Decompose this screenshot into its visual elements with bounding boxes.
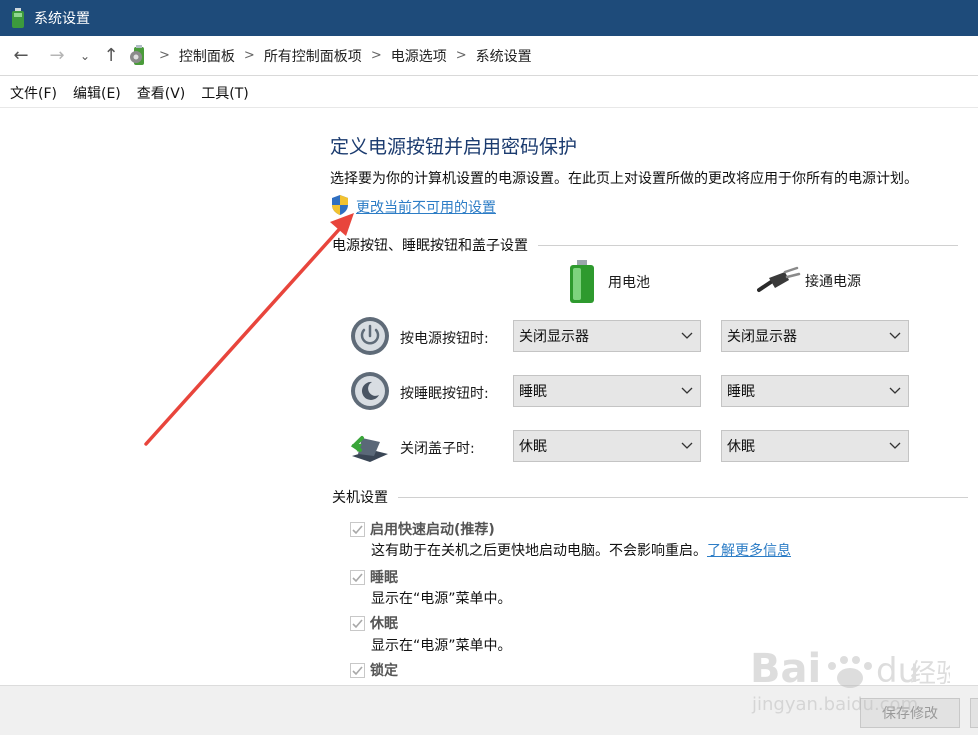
breadcrumb-power-options[interactable]: 电源选项 [391, 46, 447, 66]
sleep-checkbox[interactable] [350, 569, 365, 585]
check-icon [352, 572, 363, 582]
section-header-shutdown: 关机设置 [332, 487, 968, 507]
breadcrumb-control-panel[interactable]: 控制面板 [179, 46, 235, 66]
fast-startup-desc-text: 这有助于在关机之后更快地启动电脑。不会影响重启。 [371, 543, 707, 559]
select-value: 关闭显示器 [519, 329, 589, 345]
section-title: 关机设置 [332, 490, 388, 506]
divider [538, 244, 958, 246]
column-label-battery: 用电池 [608, 275, 650, 291]
column-label-plugged: 接通电源 [805, 274, 861, 290]
chevron-down-icon [889, 387, 901, 394]
select-value: 休眠 [727, 439, 755, 455]
select-value: 关闭显示器 [727, 329, 797, 345]
main-content: 定义电源按钮并启用密码保护 选择要为你的计算机设置的电源设置。在此页上对设置所做… [0, 108, 978, 685]
chevron-down-icon [681, 387, 693, 394]
section-title: 电源按钮、睡眠按钮和盖子设置 [332, 238, 528, 254]
fast-startup-description: 这有助于在关机之后更快地启动电脑。不会影响重启。了解更多信息 [371, 540, 791, 560]
section-header-buttons: 电源按钮、睡眠按钮和盖子设置 [332, 235, 958, 255]
hibernate-option: 休眠 [350, 613, 398, 633]
sleep-button-icon [351, 372, 389, 410]
select-value: 睡眠 [727, 384, 755, 400]
breadcrumb-all-items[interactable]: 所有控制面板项 [264, 46, 362, 66]
row-label-close-lid: 关闭盖子时: [400, 441, 475, 457]
uac-shield-icon [332, 195, 348, 215]
page-title: 定义电源按钮并启用密码保护 [330, 136, 578, 158]
menu-bar: 文件(F) 编辑(E) 查看(V) 工具(T) [0, 78, 978, 108]
fast-startup-label: 启用快速启动(推荐) [370, 522, 495, 538]
column-header-battery: 用电池 [566, 260, 650, 304]
lock-checkbox[interactable] [350, 662, 365, 678]
baidu-watermark-logo: Bai du 经验 jingyan.baidu.com [750, 646, 950, 715]
check-icon [352, 524, 363, 534]
title-bar: 系统设置 [0, 0, 978, 36]
chevron-down-icon [889, 442, 901, 449]
fast-startup-option: 启用快速启动(推荐) [350, 519, 495, 539]
menu-file[interactable]: 文件(F) [10, 83, 57, 103]
power-button-icon [351, 317, 389, 355]
paw-icon [828, 656, 872, 688]
hibernate-checkbox[interactable] [350, 615, 365, 631]
recent-chevron-icon[interactable]: ⌄ [72, 43, 98, 69]
menu-tools[interactable]: 工具(T) [201, 83, 248, 103]
sleep-description: 显示在“电源”菜单中。 [371, 591, 512, 607]
sleep-button-plugged-select[interactable]: 睡眠 [721, 375, 909, 407]
select-value: 休眠 [519, 439, 547, 455]
fast-startup-checkbox[interactable] [350, 521, 365, 537]
page-description: 选择要为你的计算机设置的电源设置。在此页上对设置所做的更改将应用于你所有的电源计… [330, 171, 918, 187]
sleep-option: 睡眠 [350, 567, 398, 587]
breadcrumb-separator: > [455, 48, 467, 63]
check-icon [352, 665, 363, 675]
select-value: 睡眠 [519, 384, 547, 400]
watermark-brand: Bai [750, 646, 821, 692]
menu-view[interactable]: 查看(V) [137, 83, 186, 103]
cancel-button[interactable] [970, 698, 978, 728]
watermark-url: jingyan.baidu.com [751, 694, 918, 715]
address-bar: ← → ⌄ ↑ > 控制面板 > 所有控制面板项 > 电源选项 > 系统设置 [0, 36, 978, 76]
breadcrumb-separator: > [159, 48, 170, 63]
divider [398, 496, 968, 498]
back-arrow-icon[interactable]: ← [8, 43, 34, 69]
breadcrumb-separator: > [243, 48, 255, 63]
row-label-power-button: 按电源按钮时: [400, 331, 489, 347]
sleep-button-battery-select[interactable]: 睡眠 [513, 375, 701, 407]
sleep-label: 睡眠 [370, 570, 398, 586]
window-title: 系统设置 [34, 11, 90, 27]
laptop-lid-icon [350, 436, 388, 462]
chevron-down-icon [681, 442, 693, 449]
lock-label: 锁定 [370, 663, 398, 679]
breadcrumb-separator: > [370, 48, 382, 63]
learn-more-link[interactable]: 了解更多信息 [707, 543, 791, 559]
menu-edit[interactable]: 编辑(E) [73, 83, 121, 103]
breadcrumb-system-settings[interactable]: 系统设置 [476, 46, 532, 66]
close-lid-battery-select[interactable]: 休眠 [513, 430, 701, 462]
power-button-battery-select[interactable]: 关闭显示器 [513, 320, 701, 352]
watermark-cn: 经验 [910, 659, 950, 689]
battery-app-icon [12, 8, 24, 28]
power-button-plugged-select[interactable]: 关闭显示器 [721, 320, 909, 352]
chevron-down-icon [889, 332, 901, 339]
forward-arrow-icon[interactable]: → [44, 43, 70, 69]
battery-icon [570, 260, 594, 303]
hibernate-label: 休眠 [370, 616, 398, 632]
close-lid-plugged-select[interactable]: 休眠 [721, 430, 909, 462]
chevron-down-icon [681, 332, 693, 339]
check-icon [352, 618, 363, 628]
up-arrow-icon[interactable]: ↑ [98, 43, 124, 69]
change-unavailable-settings-link[interactable]: 更改当前不可用的设置 [356, 197, 496, 217]
row-label-sleep-button: 按睡眠按钮时: [400, 386, 489, 402]
power-plug-icon [757, 266, 801, 292]
control-panel-icon [130, 44, 144, 65]
lock-option: 锁定 [350, 660, 398, 680]
column-header-plugged: 接通电源 [757, 266, 861, 296]
hibernate-description: 显示在“电源”菜单中。 [371, 638, 512, 654]
